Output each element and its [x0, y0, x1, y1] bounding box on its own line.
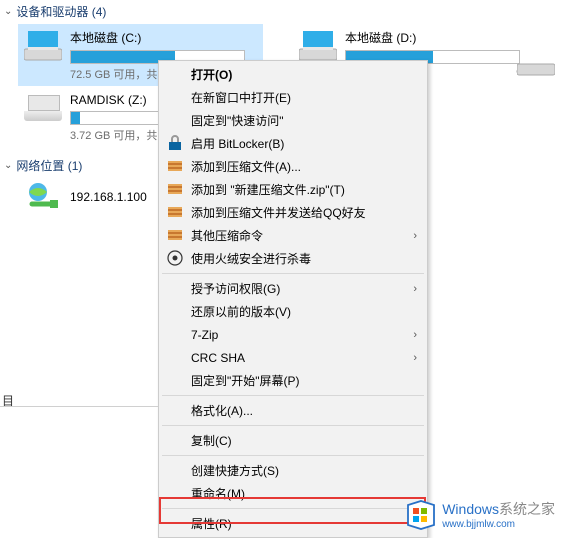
menu-zip-qq[interactable]: 添加到压缩文件并发送给QQ好友	[161, 201, 425, 224]
menu-separator	[162, 395, 424, 396]
menu-properties[interactable]: 属性(R)	[161, 512, 425, 535]
menu-separator	[162, 273, 424, 274]
archive-icon	[167, 158, 183, 174]
menu-add-zip-named[interactable]: 添加到 "新建压缩文件.zip"(T)	[161, 178, 425, 201]
menu-pin-quick[interactable]: 固定到"快速访问"	[161, 109, 425, 132]
divider	[0, 406, 158, 407]
menu-access[interactable]: 授予访问权限(G)›	[161, 277, 425, 300]
menu-new-window[interactable]: 在新窗口中打开(E)	[161, 86, 425, 109]
menu-separator	[162, 455, 424, 456]
watermark-url: www.bjjmlw.com	[442, 519, 555, 530]
menu-restore[interactable]: 还原以前的版本(V)	[161, 300, 425, 323]
menu-add-zip[interactable]: 添加到压缩文件(A)...	[161, 155, 425, 178]
drive-icon-extra	[517, 60, 555, 79]
menu-rename[interactable]: 重命名(M)	[161, 482, 425, 505]
menu-separator	[162, 425, 424, 426]
menu-other-zip[interactable]: 其他压缩命令›	[161, 224, 425, 247]
huorong-icon	[167, 250, 183, 266]
chevron-right-icon: ›	[413, 329, 417, 341]
menu-huorong[interactable]: 使用火绒安全进行杀毒	[161, 247, 425, 270]
network-label: 192.168.1.100	[70, 190, 147, 204]
menu-shortcut[interactable]: 创建快捷方式(S)	[161, 459, 425, 482]
network-icon	[24, 182, 62, 212]
bitlocker-icon	[167, 135, 183, 151]
section-header-drives[interactable]: ⌄ 设备和驱动器 (4)	[0, 0, 563, 23]
context-menu: 打开(O) 在新窗口中打开(E) 固定到"快速访问" 启用 BitLocker(…	[158, 60, 428, 538]
watermark-brand: Windows	[442, 501, 499, 517]
drive-label: 本地磁盘 (D:)	[345, 29, 532, 46]
menu-bitlocker[interactable]: 启用 BitLocker(B)	[161, 132, 425, 155]
chevron-down-icon: ⌄	[4, 160, 12, 171]
archive-icon	[167, 204, 183, 220]
chevron-right-icon: ›	[413, 230, 417, 242]
menu-open[interactable]: 打开(O)	[161, 63, 425, 86]
windows-logo-icon	[406, 500, 436, 530]
menu-format[interactable]: 格式化(A)...	[161, 399, 425, 422]
chevron-right-icon: ›	[413, 352, 417, 364]
menu-pin-start[interactable]: 固定到"开始"屏幕(P)	[161, 369, 425, 392]
chevron-down-icon: ⌄	[4, 6, 12, 17]
menu-crc-sha[interactable]: CRC SHA›	[161, 346, 425, 369]
drive-icon	[24, 95, 62, 125]
watermark-suffix: 系统之家	[499, 501, 555, 517]
drive-label: 本地磁盘 (C:)	[70, 29, 257, 46]
drive-icon	[24, 31, 62, 61]
archive-icon	[167, 181, 183, 197]
archive-icon	[167, 227, 183, 243]
section-title: 网络位置 (1)	[16, 157, 82, 174]
drive-icon	[299, 31, 337, 61]
chevron-right-icon: ›	[413, 283, 417, 295]
menu-7zip[interactable]: 7-Zip›	[161, 323, 425, 346]
menu-separator	[162, 508, 424, 509]
section-title: 设备和驱动器 (4)	[16, 3, 106, 20]
cropped-text: 目	[0, 392, 20, 406]
menu-copy[interactable]: 复制(C)	[161, 429, 425, 452]
watermark: Windows系统之家 www.bjjmlw.com	[406, 499, 555, 530]
